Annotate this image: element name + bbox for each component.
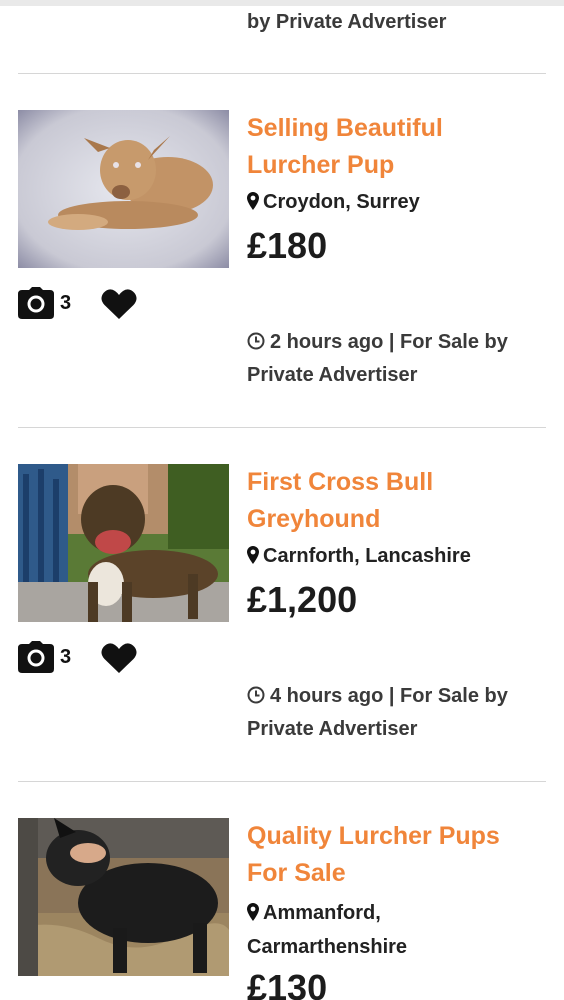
photo-count[interactable]: 3 (18, 286, 71, 320)
listing-meta-partial: by Private Advertiser (247, 11, 447, 33)
photo-count-value: 3 (60, 645, 72, 668)
listing-location: Ammanford, Carmarthenshire (247, 896, 547, 964)
clock-icon (247, 332, 265, 350)
listing-meta: 2 hours ago | For Sale by Private Advert… (247, 326, 547, 392)
listing-price: £130 (247, 967, 328, 1000)
posted-text: 4 hours ago | For Sale by (270, 685, 508, 707)
title-line[interactable]: Greyhound (247, 501, 547, 538)
listing-card[interactable]: Quality Lurcher Pups For Sale Ammanford,… (0, 818, 564, 1000)
listing-card[interactable]: Selling Beautiful Lurcher Pup Croydon, S… (0, 110, 564, 440)
title-line[interactable]: Selling Beautiful (247, 110, 547, 147)
title-line[interactable]: Quality Lurcher Pups (247, 818, 547, 855)
listing-title[interactable]: Quality Lurcher Pups For Sale (247, 818, 547, 892)
divider (18, 781, 546, 782)
listing-meta: 4 hours ago | For Sale by Private Advert… (247, 680, 547, 746)
location-text: Croydon, Surrey (263, 191, 420, 213)
location-text: Ammanford, (263, 902, 381, 924)
dog-photo-image (18, 818, 229, 976)
location-text: Carnforth, Lancashire (263, 545, 471, 567)
advertiser-type: Private Advertiser (247, 364, 418, 386)
photo-count[interactable]: 3 (18, 640, 71, 674)
advertiser-type: Private Advertiser (247, 718, 418, 740)
listing-location: Carnforth, Lancashire (247, 542, 547, 570)
title-line[interactable]: Lurcher Pup (247, 147, 547, 184)
camera-icon (18, 287, 54, 319)
clock-icon (247, 686, 265, 704)
listing-price: £1,200 (247, 579, 358, 620)
favourite-button[interactable] (101, 642, 137, 676)
heart-icon (101, 643, 137, 673)
dog-photo-image (18, 110, 229, 268)
listing-title[interactable]: Selling Beautiful Lurcher Pup (247, 110, 547, 184)
title-line[interactable]: First Cross Bull (247, 464, 547, 501)
favourite-button[interactable] (101, 288, 137, 322)
map-pin-icon (247, 192, 259, 210)
camera-icon (18, 641, 54, 673)
map-pin-icon (247, 903, 259, 921)
map-pin-icon (247, 546, 259, 564)
location-text: Carmarthenshire (247, 936, 408, 958)
listing-photo[interactable] (18, 818, 229, 976)
listing-card[interactable]: First Cross Bull Greyhound Carnforth, La… (0, 464, 564, 794)
divider (18, 427, 546, 428)
listing-photo[interactable] (18, 464, 229, 622)
listing-photo[interactable] (18, 110, 229, 268)
photo-count-value: 3 (60, 291, 72, 314)
listing-location: Croydon, Surrey (247, 188, 547, 216)
title-line[interactable]: For Sale (247, 855, 547, 892)
dog-photo-image (18, 464, 229, 622)
heart-icon (101, 289, 137, 319)
divider (18, 73, 546, 74)
listing-price: £180 (247, 225, 328, 266)
posted-text: 2 hours ago | For Sale by (270, 331, 508, 353)
listing-title[interactable]: First Cross Bull Greyhound (247, 464, 547, 538)
